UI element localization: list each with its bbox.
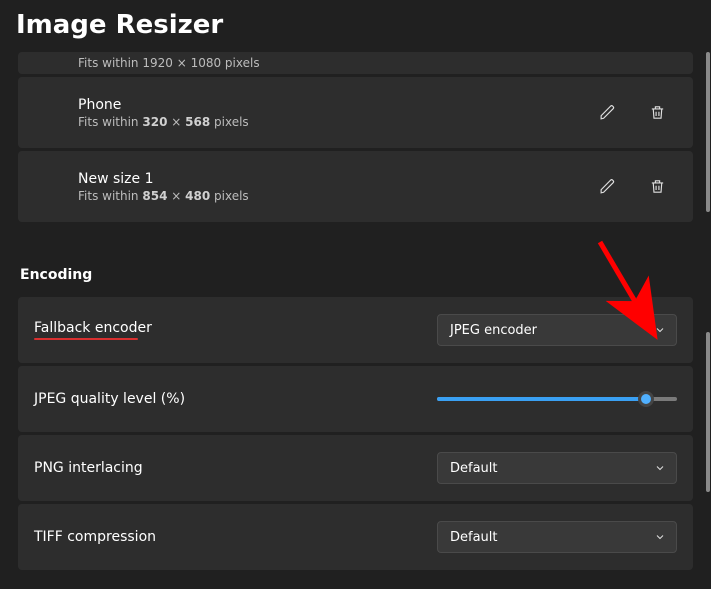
content-wrap: Fits within 1920 × 1080 pixels Phone Fit…	[0, 52, 711, 584]
size-preset-card[interactable]: Fits within 1920 × 1080 pixels	[18, 52, 693, 74]
select-value: Default	[450, 461, 498, 476]
size-dims-text: Fits within 1920 × 1080 pixels	[78, 56, 260, 70]
edit-icon[interactable]	[593, 99, 621, 127]
size-name: New size 1	[78, 171, 593, 187]
jpeg-quality-slider-wrap	[437, 391, 677, 407]
jpeg-quality-label: JPEG quality level (%)	[34, 391, 437, 407]
size-name: Phone	[78, 97, 593, 113]
scrollbar-thumb[interactable]	[706, 52, 710, 212]
size-actions	[593, 99, 677, 127]
size-preset-phone[interactable]: Phone Fits within 320 × 568 pixels	[18, 77, 693, 148]
slider-fill	[437, 397, 646, 401]
setting-fallback-encoder: Fallback encoder JPEG encoder	[18, 297, 693, 363]
png-interlacing-label: PNG interlacing	[34, 460, 437, 476]
chevron-down-icon	[654, 324, 666, 336]
chevron-down-icon	[654, 462, 666, 474]
content: Fits within 1920 × 1080 pixels Phone Fit…	[0, 52, 711, 584]
chevron-down-icon	[654, 531, 666, 543]
edit-icon[interactable]	[593, 173, 621, 201]
size-preset-new-size[interactable]: New size 1 Fits within 854 × 480 pixels	[18, 151, 693, 222]
scrollbar-thumb[interactable]	[706, 332, 710, 492]
size-dims: Fits within 320 × 568 pixels	[78, 115, 593, 129]
fallback-encoder-select[interactable]: JPEG encoder	[437, 314, 677, 346]
size-actions	[593, 173, 677, 201]
select-value: JPEG encoder	[450, 323, 537, 338]
size-info: Phone Fits within 320 × 568 pixels	[78, 97, 593, 129]
delete-icon[interactable]	[643, 173, 671, 201]
select-value: Default	[450, 530, 498, 545]
size-dims: Fits within 854 × 480 pixels	[78, 189, 593, 203]
delete-icon[interactable]	[643, 99, 671, 127]
encoding-section-title: Encoding	[20, 267, 693, 283]
png-interlacing-select[interactable]: Default	[437, 452, 677, 484]
page-title: Image Resizer	[16, 10, 695, 40]
size-info: New size 1 Fits within 854 × 480 pixels	[78, 171, 593, 203]
page-header: Image Resizer	[0, 0, 711, 52]
size-info: Fits within 1920 × 1080 pixels	[78, 56, 677, 70]
fallback-encoder-label: Fallback encoder	[34, 320, 437, 340]
setting-png-interlacing: PNG interlacing Default	[18, 435, 693, 501]
tiff-compression-label: TIFF compression	[34, 529, 437, 545]
setting-jpeg-quality: JPEG quality level (%)	[18, 366, 693, 432]
size-dims: Fits within 1920 × 1080 pixels	[78, 56, 677, 70]
slider-thumb[interactable]	[638, 391, 654, 407]
tiff-compression-select[interactable]: Default	[437, 521, 677, 553]
jpeg-quality-slider[interactable]	[437, 391, 677, 407]
scrollbar-track[interactable]	[704, 52, 710, 584]
setting-tiff-compression: TIFF compression Default	[18, 504, 693, 570]
